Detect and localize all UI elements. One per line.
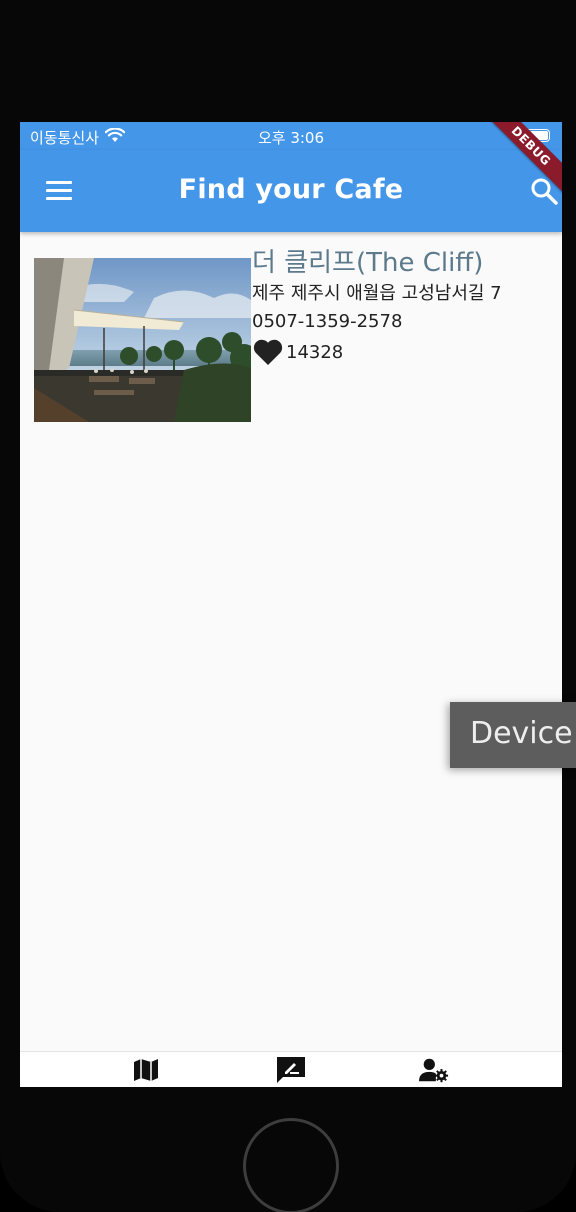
manage-accounts-icon xyxy=(419,1058,449,1083)
app-screen: 이동통신사 오후 3:06 Find your Cafe DEBUG 더 클리프… xyxy=(20,122,562,1087)
like-count: 14328 xyxy=(286,341,344,363)
cafe-phone: 0507-1359-2578 xyxy=(252,311,403,332)
app-bar: Find your Cafe xyxy=(20,150,562,232)
device-frame: 이동통신사 오후 3:06 Find your Cafe DEBUG 더 클리프… xyxy=(0,0,576,1212)
status-bar: 이동통신사 오후 3:06 xyxy=(20,122,562,150)
map-icon xyxy=(134,1059,158,1081)
list-item[interactable]: 더 클리프(The Cliff) 제주 제주시 애월읍 고성남서길 7 0507… xyxy=(20,242,562,422)
likes-row: 14328 xyxy=(252,338,502,366)
nav-review[interactable] xyxy=(276,1056,306,1084)
cafe-name: 더 클리프(The Cliff) xyxy=(252,248,484,278)
cafe-photo xyxy=(34,258,251,422)
nav-account[interactable] xyxy=(419,1056,449,1084)
page-title: Find your Cafe xyxy=(178,174,404,205)
rate-review-icon xyxy=(277,1057,305,1083)
heart-icon[interactable] xyxy=(252,338,284,366)
home-button[interactable] xyxy=(243,1118,339,1212)
cafe-address: 제주 제주시 애월읍 고성남서길 7 xyxy=(252,283,502,304)
bottom-navigation xyxy=(20,1051,562,1087)
status-time: 오후 3:06 xyxy=(257,129,325,147)
cafe-info: 더 클리프(The Cliff) 제주 제주시 애월읍 고성남서길 7 0507… xyxy=(252,248,502,366)
device-toast: Device xyxy=(450,702,576,768)
nav-map[interactable] xyxy=(131,1056,161,1084)
